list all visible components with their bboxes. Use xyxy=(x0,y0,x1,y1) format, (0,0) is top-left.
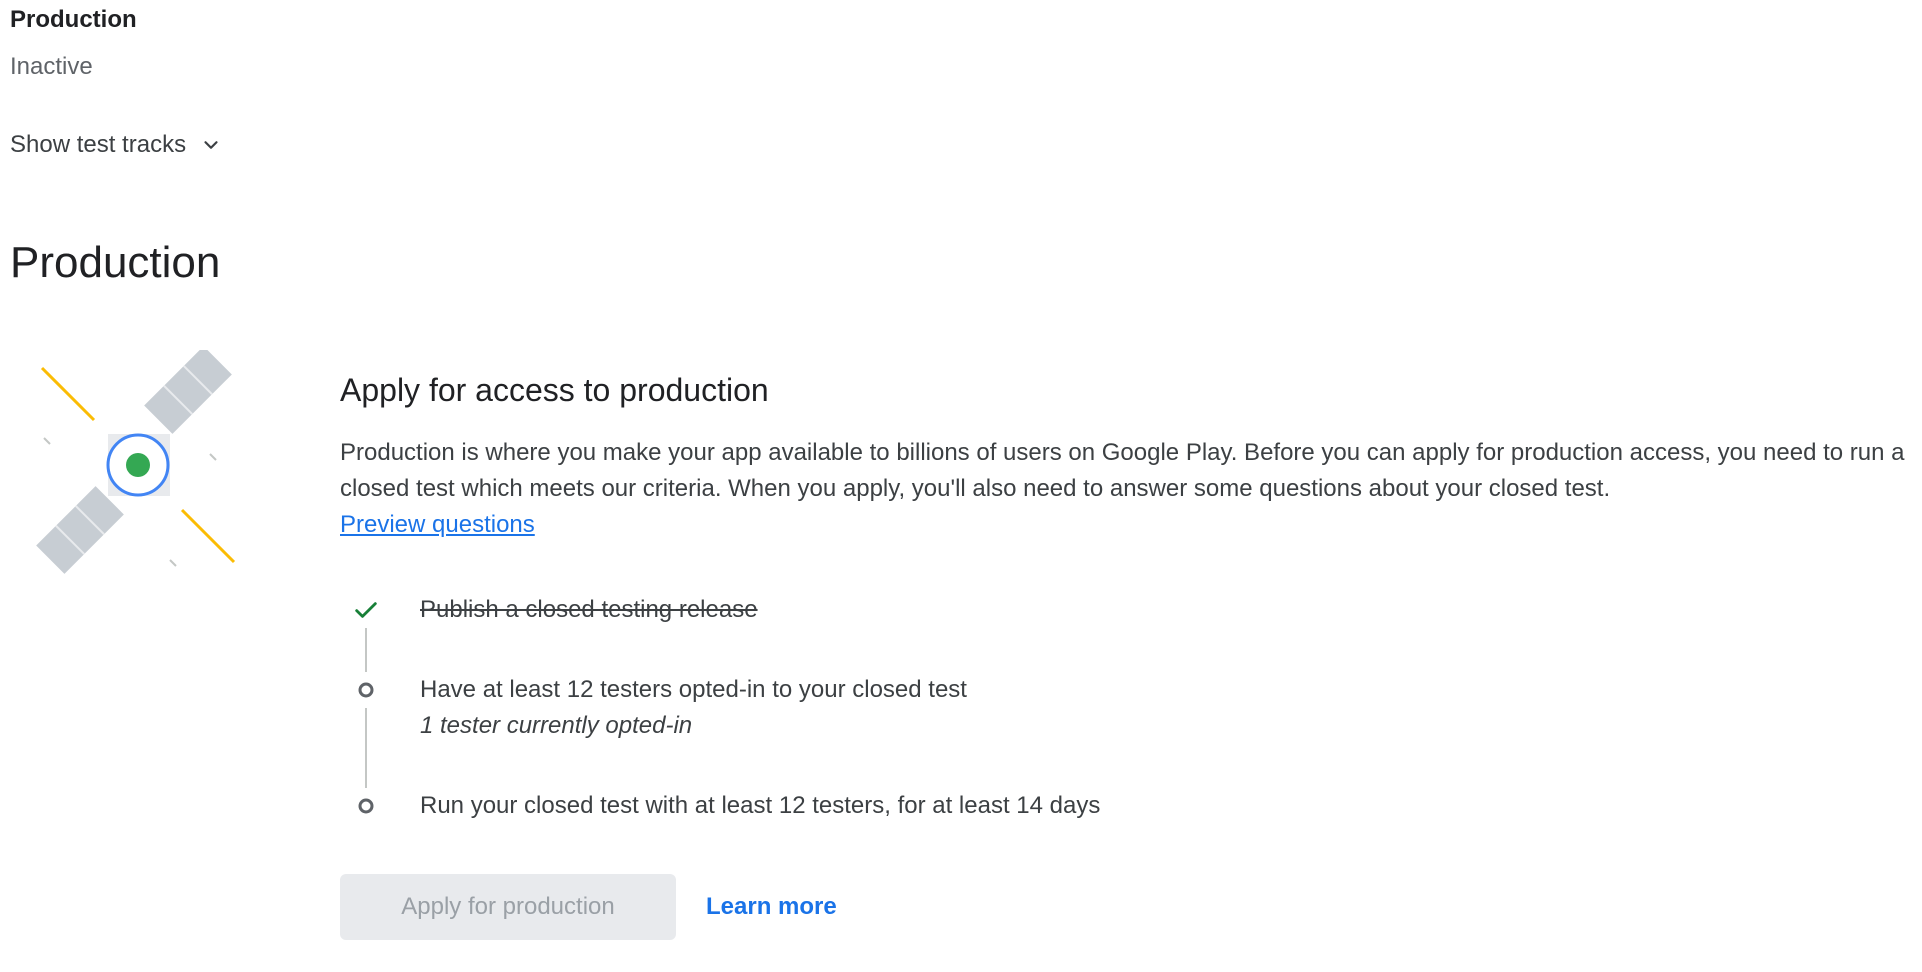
section-title: Production xyxy=(10,238,221,287)
apply-card-heading: Apply for access to production xyxy=(340,372,769,408)
checklist-step-label: Have at least 12 testers opted-in to you… xyxy=(420,676,967,703)
chevron-down-icon xyxy=(200,134,222,156)
description-text: Production is where you make your app av… xyxy=(340,439,1905,502)
track-label: Production xyxy=(10,6,137,33)
show-test-tracks-label: Show test tracks xyxy=(10,131,187,158)
production-track-page: Production Inactive Show test tracks Pro… xyxy=(0,0,1922,972)
track-status: Inactive xyxy=(10,53,93,80)
learn-more-link[interactable]: Learn more xyxy=(706,893,837,921)
preview-questions-link[interactable]: Preview questions xyxy=(340,511,535,538)
checklist-step-publish: Publish a closed testing release xyxy=(340,592,758,628)
show-test-tracks-toggle[interactable]: Show test tracks xyxy=(10,131,222,159)
checklist-step-label: Publish a closed testing release xyxy=(420,596,758,623)
testers-opted-in-note: 1 tester currently opted-in xyxy=(420,712,693,739)
pending-circle-icon xyxy=(340,672,392,708)
checklist-step-label: Run your closed test with at least 12 te… xyxy=(420,792,1101,819)
apply-for-production-button[interactable]: Apply for production xyxy=(340,874,676,940)
pending-circle-icon xyxy=(340,788,392,824)
apply-card-description: Production is where you make your app av… xyxy=(340,435,1920,543)
checklist-step-run-test: Run your closed test with at least 12 te… xyxy=(340,788,1100,824)
apply-actions: Apply for production Learn more xyxy=(340,874,837,940)
checklist-step-content: Have at least 12 testers opted-in to you… xyxy=(392,672,967,744)
apply-card: Apply for access to production Productio… xyxy=(340,372,1920,543)
checklist-step-testers: Have at least 12 testers opted-in to you… xyxy=(340,672,967,744)
check-icon xyxy=(340,592,392,628)
satellite-illustration xyxy=(20,346,260,590)
requirements-checklist: Publish a closed testing release Have at… xyxy=(340,584,1340,834)
